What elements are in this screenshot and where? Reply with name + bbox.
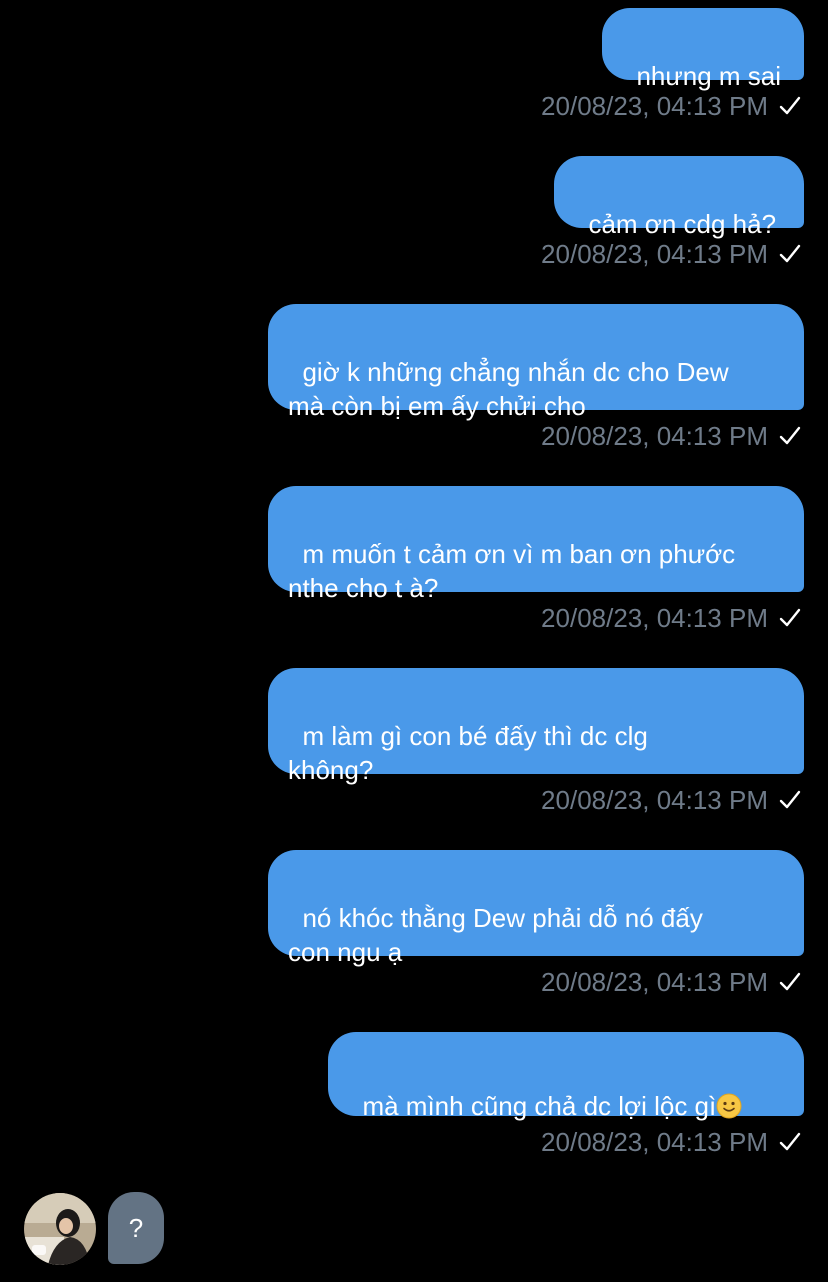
outgoing-message[interactable]: nó khóc thằng Dew phải dỗ nó đấy con ngu… [268,850,804,967]
message-text: nhưng m sai [636,61,782,91]
timestamp: 20/08/23, 04:13 PM [541,784,768,815]
message-status: 20/08/23, 04:13 PM [541,238,802,270]
contact-avatar[interactable] [24,1193,96,1265]
message-text: mà mình cũng chả dc lợi lộc gì [362,1091,717,1121]
checkmark-icon [779,96,801,115]
outgoing-message[interactable]: m muốn t cảm ơn vì m ban ơn phước nthe c… [268,486,804,603]
message-text: m muốn t cảm ơn vì m ban ơn phước nthe c… [288,539,736,603]
message-text: cảm ơn cdg hả? [588,209,777,239]
message-status: 20/08/23, 04:13 PM [541,784,802,816]
message-status: 20/08/23, 04:13 PM [541,420,802,452]
checkmark-icon [779,1132,801,1151]
timestamp: 20/08/23, 04:13 PM [541,90,768,121]
message-text: m làm gì con bé đấy thì dc clg không? [288,721,648,785]
timestamp: 20/08/23, 04:13 PM [541,1126,768,1157]
slightly-smiling-face-icon [716,1093,742,1119]
checkmark-icon [779,244,801,263]
outgoing-message[interactable]: cảm ơn cdg hả? [554,156,804,239]
checkmark-icon [779,608,801,627]
timestamp: 20/08/23, 04:13 PM [541,420,768,451]
timestamp: 20/08/23, 04:13 PM [541,238,768,269]
message-status: 20/08/23, 04:13 PM [541,966,802,998]
timestamp: 20/08/23, 04:13 PM [541,966,768,997]
checkmark-icon [779,972,801,991]
outgoing-message[interactable]: giờ k những chẳng nhắn dc cho Dew mà còn… [268,304,804,421]
checkmark-icon [779,426,801,445]
message-text: ? [128,1212,144,1243]
message-text: nó khóc thằng Dew phải dỗ nó đấy con ngu… [288,903,703,967]
message-status: 20/08/23, 04:13 PM [541,90,802,122]
timestamp: 20/08/23, 04:13 PM [541,602,768,633]
message-status: 20/08/23, 04:13 PM [541,1126,802,1158]
message-status: 20/08/23, 04:13 PM [541,602,802,634]
message-text: giờ k những chẳng nhắn dc cho Dew mà còn… [288,357,729,421]
outgoing-message[interactable]: mà mình cũng chả dc lợi lộc gì [328,1032,804,1121]
outgoing-message[interactable]: m làm gì con bé đấy thì dc clg không? [268,668,804,785]
outgoing-message[interactable]: nhưng m sai [602,8,804,91]
avatar-photo [24,1193,96,1265]
incoming-message[interactable]: ? [108,1192,164,1264]
checkmark-icon [779,790,801,809]
